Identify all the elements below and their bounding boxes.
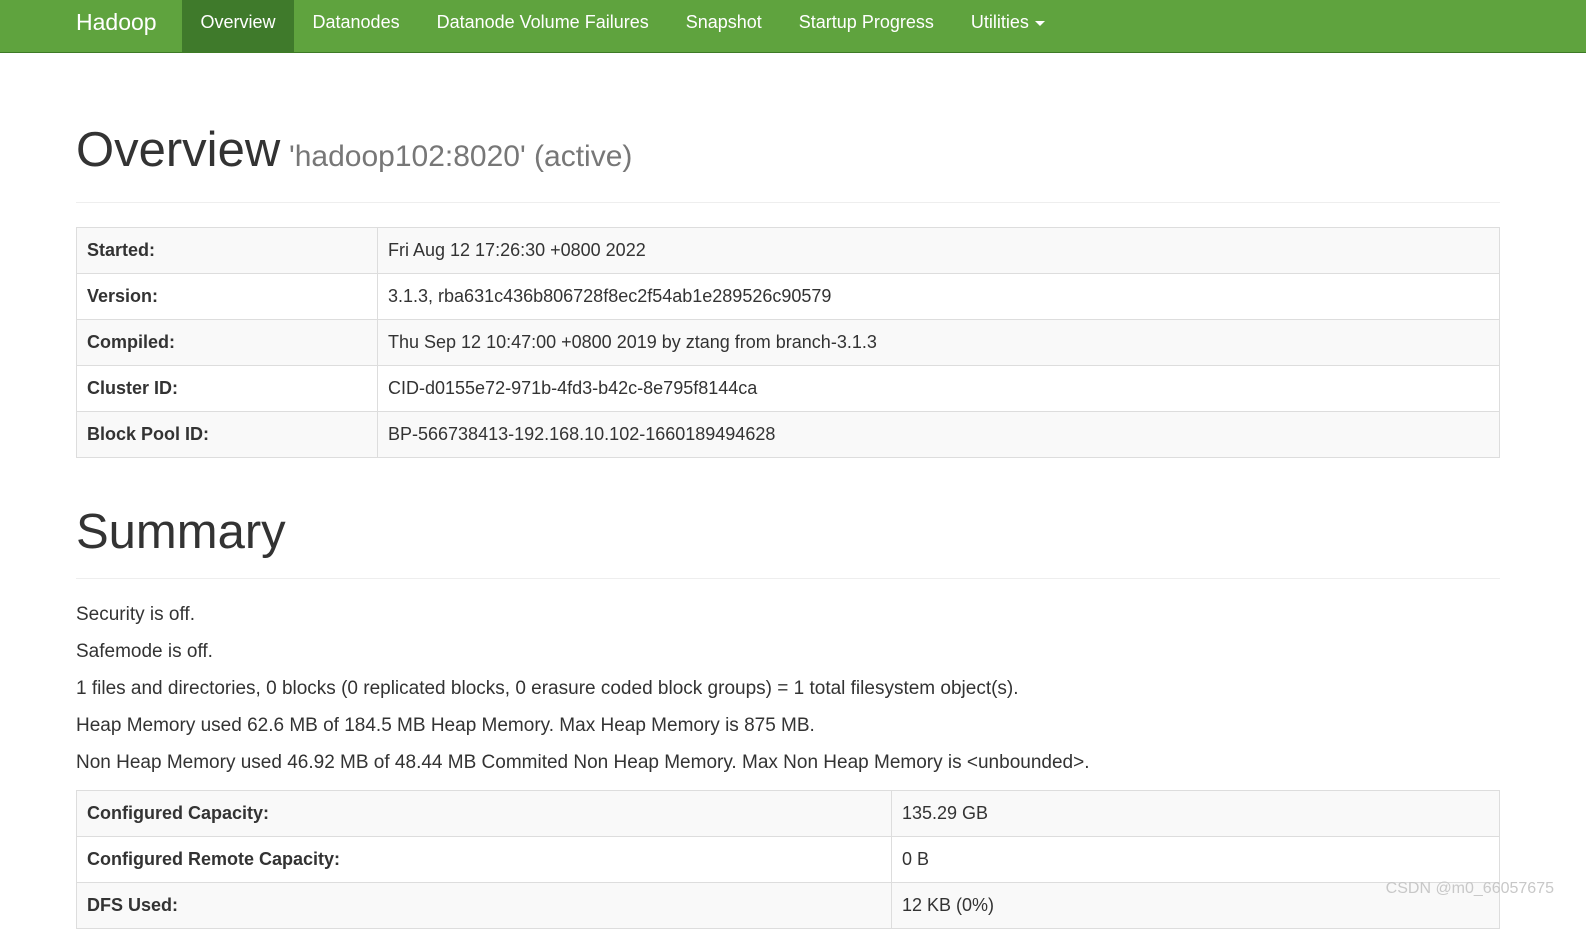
nav-menu: Overview Datanodes Datanode Volume Failu…	[182, 0, 1063, 52]
row-value: 135.29 GB	[891, 790, 1500, 837]
table-row: DFS Used: 12 KB (0%)	[76, 882, 1500, 929]
row-label: Started:	[76, 227, 378, 274]
row-label: Configured Capacity:	[76, 790, 892, 837]
non-heap-memory: Non Heap Memory used 46.92 MB of 48.44 M…	[76, 752, 1090, 773]
summary-title: Summary	[76, 505, 286, 559]
table-row: Cluster ID: CID-d0155e72-971b-4fd3-b42c-…	[76, 365, 1500, 412]
filesystem-objects: 1 files and directories, 0 blocks (0 rep…	[76, 678, 1019, 699]
nav-item-startup-progress[interactable]: Startup Progress	[780, 0, 952, 52]
page-title: Overview	[76, 123, 281, 177]
table-row: Configured Remote Capacity: 0 B	[76, 836, 1500, 883]
table-row: Block Pool ID: BP-566738413-192.168.10.1…	[76, 411, 1500, 458]
row-value: Thu Sep 12 10:47:00 +0800 2019 by ztang …	[377, 319, 1500, 366]
nav-item-label: Snapshot	[685, 12, 762, 32]
row-value: CID-d0155e72-971b-4fd3-b42c-8e795f8144ca	[377, 365, 1500, 412]
row-label: Block Pool ID:	[76, 411, 378, 458]
navbar: Hadoop Overview Datanodes Datanode Volum…	[0, 0, 1586, 53]
table-row: Version: 3.1.3, rba631c436b806728f8ec2f5…	[76, 273, 1500, 320]
summary-header: Summary	[76, 500, 1500, 579]
capacity-table: Configured Capacity: 135.29 GB Configure…	[76, 790, 1500, 929]
nav-item-label: Utilities	[970, 12, 1029, 32]
nav-item-overview[interactable]: Overview	[182, 0, 295, 52]
nav-item-label: Datanodes	[312, 12, 400, 32]
row-label: DFS Used:	[76, 882, 892, 929]
brand-logo[interactable]: Hadoop	[76, 0, 157, 44]
nav-item-label: Overview	[200, 12, 276, 32]
page-header: Overview 'hadoop102:8020' (active)	[76, 118, 1500, 203]
safemode-status: Safemode is off.	[76, 641, 213, 662]
row-label: Configured Remote Capacity:	[76, 836, 892, 883]
table-row: Compiled: Thu Sep 12 10:47:00 +0800 2019…	[76, 319, 1500, 366]
nav-item-datanodes[interactable]: Datanodes	[294, 0, 418, 52]
table-row: Started: Fri Aug 12 17:26:30 +0800 2022	[76, 227, 1500, 274]
security-status: Security is off.	[76, 604, 195, 625]
nav-item-snapshot[interactable]: Snapshot	[667, 0, 780, 52]
nav-item-utilities-dropdown[interactable]: Utilities	[952, 0, 1063, 52]
table-row: Configured Capacity: 135.29 GB	[76, 790, 1500, 837]
nav-item-label: Startup Progress	[798, 12, 934, 32]
caret-down-icon	[1034, 20, 1045, 26]
row-value: 0 B	[891, 836, 1500, 883]
row-label: Version:	[76, 273, 378, 320]
row-label: Compiled:	[76, 319, 378, 366]
heap-memory: Heap Memory used 62.6 MB of 184.5 MB Hea…	[76, 715, 815, 736]
watermark: CSDN @m0_66057675	[1385, 880, 1554, 897]
row-label: Cluster ID:	[76, 365, 378, 412]
row-value: BP-566738413-192.168.10.102-166018949462…	[377, 411, 1500, 458]
nav-item-datanode-volume-failures[interactable]: Datanode Volume Failures	[418, 0, 667, 52]
nav-item-label: Datanode Volume Failures	[436, 12, 649, 32]
row-value: 3.1.3, rba631c436b806728f8ec2f54ab1e2895…	[377, 273, 1500, 320]
overview-table: Started: Fri Aug 12 17:26:30 +0800 2022 …	[76, 227, 1500, 458]
row-value: Fri Aug 12 17:26:30 +0800 2022	[377, 227, 1500, 274]
namenode-address: 'hadoop102:8020' (active)	[289, 140, 633, 173]
